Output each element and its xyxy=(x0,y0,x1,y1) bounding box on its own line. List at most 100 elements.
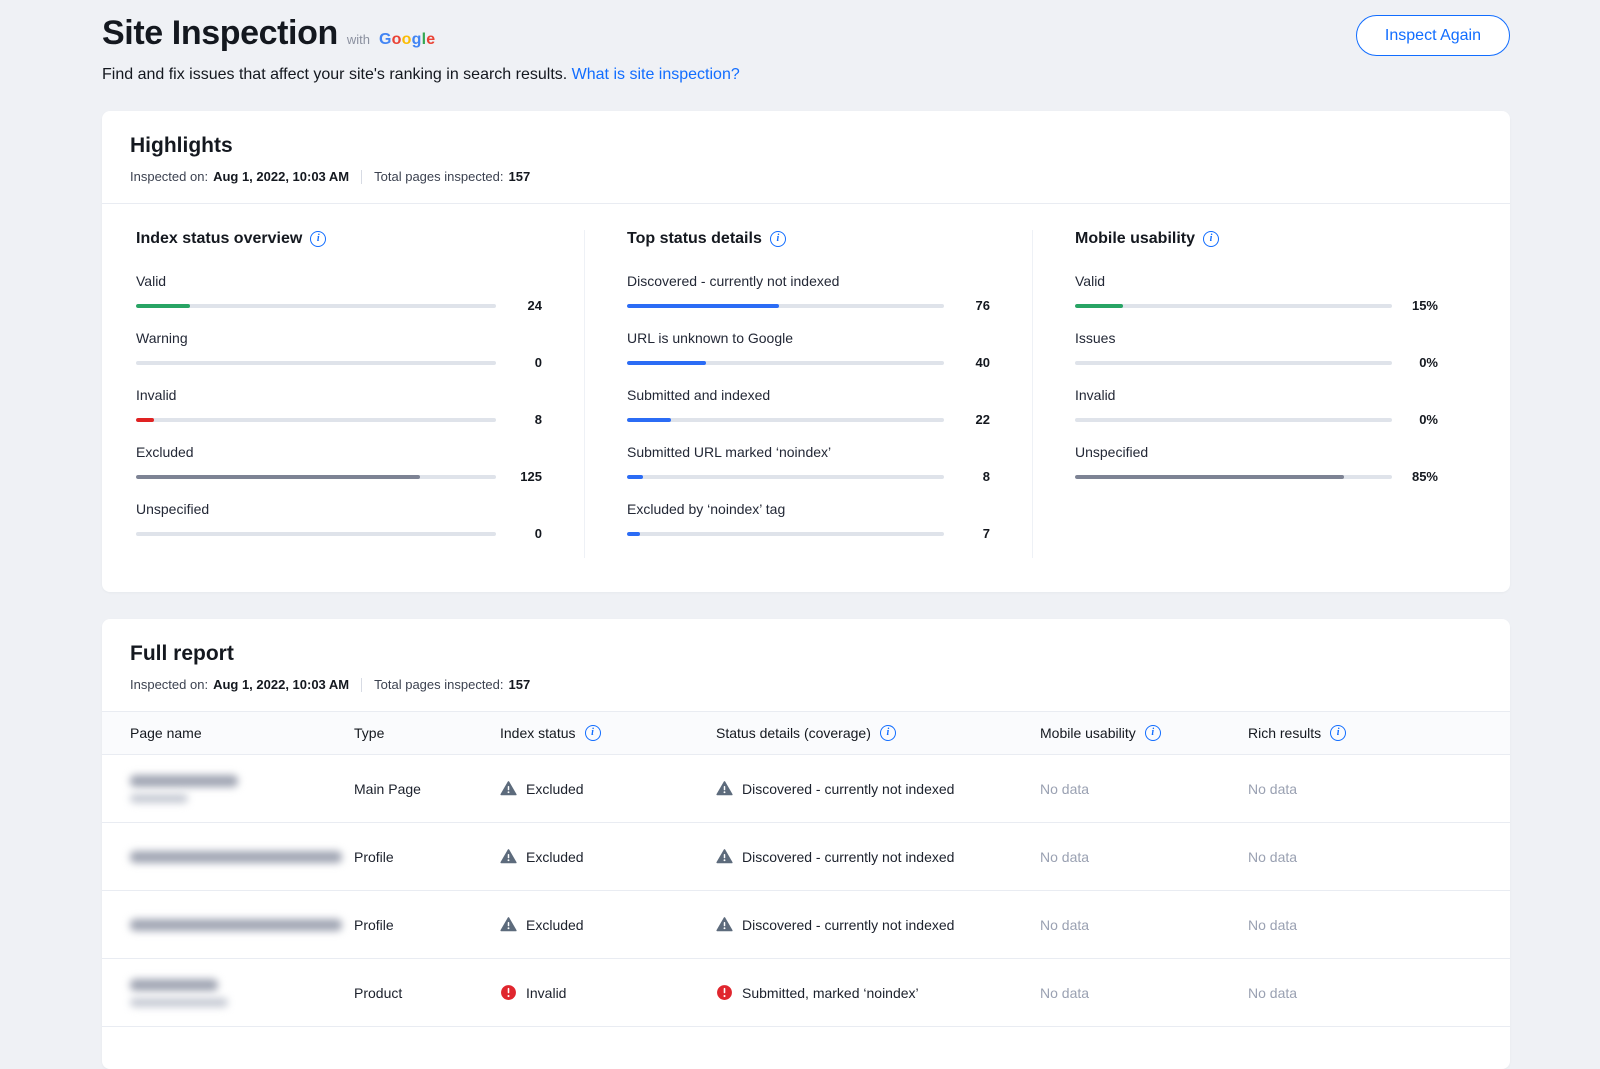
bar-track xyxy=(136,418,496,422)
stat-invalid: Invalid 8 xyxy=(136,387,542,427)
page-name-redacted xyxy=(130,775,354,803)
stat-value: 22 xyxy=(944,412,990,427)
table-row[interactable]: Main Page Excluded Discovered - currentl… xyxy=(102,755,1510,823)
column-status-details: Status details (coverage) xyxy=(716,725,1040,741)
page-type: Main Page xyxy=(354,781,500,797)
bar-track xyxy=(627,475,944,479)
rich-results-cell: No data xyxy=(1248,917,1482,933)
page-name-redacted xyxy=(130,979,354,1007)
bar-track xyxy=(627,361,944,365)
total-pages-value: 157 xyxy=(509,169,531,184)
index-status-panel: Index status overview Valid 24 Warning 0… xyxy=(136,230,584,558)
page-type: Profile xyxy=(354,917,500,933)
panel-title-text: Index status overview xyxy=(136,230,302,248)
card-bottom-padding xyxy=(102,1027,1510,1069)
stat-url-unknown: URL is unknown to Google 40 xyxy=(627,330,990,370)
google-letter: o xyxy=(402,31,412,48)
stat-warning: Warning 0 xyxy=(136,330,542,370)
column-label: Index status xyxy=(500,725,576,741)
column-label: Status details (coverage) xyxy=(716,725,871,741)
google-logo: Google xyxy=(379,31,435,49)
index-status-text: Excluded xyxy=(526,849,584,865)
google-letter: e xyxy=(426,31,435,48)
stat-value: 7 xyxy=(944,526,990,541)
index-status-text: Invalid xyxy=(526,985,566,1001)
stat-submitted-indexed: Submitted and indexed 22 xyxy=(627,387,990,427)
bar-track xyxy=(627,532,944,536)
title-row: Site Inspection with Google xyxy=(102,14,1510,53)
table-row[interactable]: Profile Excluded Discovered - currently … xyxy=(102,823,1510,891)
highlights-title: Highlights xyxy=(130,134,1482,158)
stat-label: Warning xyxy=(136,330,542,346)
stat-mobile-unspecified: Unspecified 85% xyxy=(1075,444,1438,484)
bar-track xyxy=(627,304,944,308)
mobile-usability-panel-title: Mobile usability xyxy=(1075,230,1438,248)
stat-label: Submitted and indexed xyxy=(627,387,990,403)
highlights-head: Highlights Inspected on: Aug 1, 2022, 10… xyxy=(102,111,1510,203)
full-report-card: Full report Inspected on: Aug 1, 2022, 1… xyxy=(102,619,1510,1069)
page-name-redacted xyxy=(130,919,354,931)
google-letter: g xyxy=(412,31,422,48)
redacted-text-line xyxy=(130,998,228,1007)
bar-fill xyxy=(627,532,640,536)
bar-fill xyxy=(627,475,643,479)
info-icon[interactable] xyxy=(1203,231,1219,247)
bar-track xyxy=(1075,475,1392,479)
table-row[interactable]: Product Invalid Submitted, marked ‘noind… xyxy=(102,959,1510,1027)
info-icon[interactable] xyxy=(585,725,601,741)
mobile-usability-panel: Mobile usability Valid 15% Issues 0% Inv… xyxy=(1032,230,1480,558)
what-is-site-inspection-link[interactable]: What is site inspection? xyxy=(572,66,740,83)
column-label: Rich results xyxy=(1248,725,1321,741)
info-icon[interactable] xyxy=(1145,725,1161,741)
page-content: Site Inspection with Google Inspect Agai… xyxy=(102,0,1510,1069)
redacted-text-line xyxy=(130,851,342,863)
inspect-again-button[interactable]: Inspect Again xyxy=(1356,15,1510,56)
info-icon[interactable] xyxy=(880,725,896,741)
stat-value: 40 xyxy=(944,355,990,370)
bar-track xyxy=(1075,418,1392,422)
status-details-cell: Discovered - currently not indexed xyxy=(716,916,1040,933)
rich-results-cell: No data xyxy=(1248,781,1482,797)
info-icon[interactable] xyxy=(770,231,786,247)
column-type: Type xyxy=(354,725,500,741)
page-name-redacted xyxy=(130,851,354,863)
mobile-usability-cell: No data xyxy=(1040,985,1248,1001)
stat-unspecified: Unspecified 0 xyxy=(136,501,542,541)
index-status-cell: Excluded xyxy=(500,848,716,865)
google-letter: o xyxy=(392,31,402,48)
status-details-text: Discovered - currently not indexed xyxy=(742,781,954,797)
index-status-text: Excluded xyxy=(526,781,584,797)
error-icon xyxy=(716,984,733,1001)
stat-mobile-invalid: Invalid 0% xyxy=(1075,387,1438,427)
status-details-cell: Submitted, marked ‘noindex’ xyxy=(716,984,1040,1001)
subtitle-text: Find and fix issues that affect your sit… xyxy=(102,66,567,83)
page-type: Profile xyxy=(354,849,500,865)
page-title: Site Inspection xyxy=(102,14,338,53)
status-details-cell: Discovered - currently not indexed xyxy=(716,780,1040,797)
stat-label: Excluded by ‘noindex’ tag xyxy=(627,501,990,517)
rich-results-cell: No data xyxy=(1248,849,1482,865)
column-page-name: Page name xyxy=(130,725,354,741)
panel-title-text: Top status details xyxy=(627,230,762,248)
status-details-text: Discovered - currently not indexed xyxy=(742,849,954,865)
meta-separator xyxy=(361,170,362,184)
column-label: Page name xyxy=(130,725,202,741)
error-icon xyxy=(500,984,517,1001)
index-status-cell: Excluded xyxy=(500,916,716,933)
stat-label: Issues xyxy=(1075,330,1438,346)
info-icon[interactable] xyxy=(310,231,326,247)
bar-fill xyxy=(136,418,154,422)
stat-value: 76 xyxy=(944,298,990,313)
table-row[interactable]: Profile Excluded Discovered - currently … xyxy=(102,891,1510,959)
stat-value: 0% xyxy=(1392,412,1438,427)
stat-label: Invalid xyxy=(1075,387,1438,403)
stat-excluded: Excluded 125 xyxy=(136,444,542,484)
with-label: with xyxy=(347,32,370,47)
inspected-on-value: Aug 1, 2022, 10:03 AM xyxy=(213,677,349,692)
bar-fill xyxy=(136,304,190,308)
page-subtitle: Find and fix issues that affect your sit… xyxy=(102,66,1510,84)
stat-label: Valid xyxy=(1075,273,1438,289)
info-icon[interactable] xyxy=(1330,725,1346,741)
status-details-cell: Discovered - currently not indexed xyxy=(716,848,1040,865)
status-details-text: Submitted, marked ‘noindex’ xyxy=(742,985,919,1001)
